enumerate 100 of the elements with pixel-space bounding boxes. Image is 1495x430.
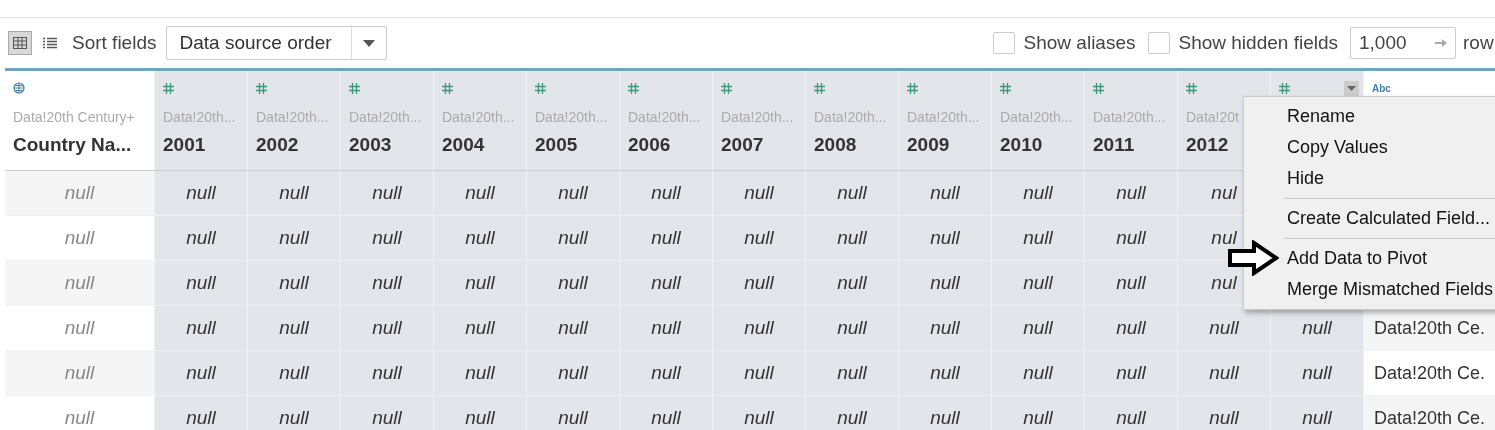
rows-input[interactable]: 1,000 <box>1350 27 1456 59</box>
field-source: Data!20th... <box>1000 109 1074 125</box>
table-cell: null <box>651 362 681 384</box>
field-source: Data!20th... <box>349 109 423 125</box>
menu-item[interactable]: Hide <box>1287 163 1495 194</box>
table-cell: null <box>372 362 402 384</box>
table-cell: null <box>651 407 681 429</box>
column-header[interactable]: Data!20th... 2011 <box>1085 71 1178 171</box>
table-cell: null <box>651 227 681 249</box>
table-cell: null <box>1302 317 1332 339</box>
field-name: 2003 <box>349 134 393 156</box>
table-cell: null <box>64 182 95 204</box>
menu-item[interactable]: Add Data to Pivot <box>1287 243 1495 274</box>
column-header[interactable]: Data!20th Century+ Country Na... <box>5 71 155 171</box>
table-cell: null <box>837 362 867 384</box>
table-cell: null <box>465 362 495 384</box>
caret-icon <box>1347 85 1356 91</box>
checkbox-label: Show aliases <box>1023 32 1136 54</box>
field-name: 2007 <box>721 134 765 156</box>
number-type-icon <box>256 82 267 94</box>
column-header[interactable]: Data!20th... 2005 <box>527 71 620 171</box>
number-type-icon <box>349 82 360 94</box>
column-header[interactable]: Data!20th... 2010 <box>992 71 1085 171</box>
field-name: 2008 <box>814 134 858 156</box>
sort-dropdown[interactable]: Data source order <box>166 26 388 60</box>
menu-item[interactable]: Copy Values <box>1287 132 1495 163</box>
table-cell: null <box>930 362 960 384</box>
table-cell: null <box>465 227 495 249</box>
table-cell: null <box>1023 407 1053 429</box>
table-cell: null <box>1023 272 1053 294</box>
table-cell: null <box>744 182 774 204</box>
table-cell: null <box>744 272 774 294</box>
field-source: Data!20t <box>1186 109 1240 125</box>
menu-item[interactable]: Rename <box>1287 101 1495 132</box>
checkbox[interactable] <box>1147 32 1170 54</box>
number-type-icon <box>907 82 918 94</box>
table-cell: null <box>279 317 309 339</box>
table-cell: null <box>372 272 402 294</box>
caret-icon <box>363 39 376 47</box>
field-source: Data!20th... <box>535 109 609 125</box>
field-name: 2002 <box>256 134 300 156</box>
table-cell: null <box>1209 317 1239 339</box>
string-type-label: Abc <box>1372 82 1391 94</box>
field-name: 2009 <box>907 134 951 156</box>
grid-icon <box>13 37 27 49</box>
field-source: Data!20th... <box>814 109 888 125</box>
field-source: Data!20th... <box>628 109 702 125</box>
column-header[interactable]: Data!20th... 2007 <box>713 71 806 171</box>
arrow-icon <box>1435 38 1447 48</box>
field-source: Data!20th Century+ <box>13 109 136 125</box>
menu-item[interactable]: Merge Mismatched Fields <box>1287 274 1495 305</box>
sort-fields-label: Sort fields <box>72 32 157 54</box>
table-cell: null <box>186 227 216 249</box>
column-header[interactable]: Data!20th... 2004 <box>434 71 527 171</box>
field-source: Data!20th... <box>721 109 795 125</box>
table-cell: null <box>744 317 774 339</box>
table-cell: null <box>1116 182 1146 204</box>
table-cell: null <box>372 227 402 249</box>
field-source: Data!20th... <box>907 109 981 125</box>
column-header[interactable]: Data!20th... 2002 <box>248 71 341 171</box>
table-cell: null <box>1023 362 1053 384</box>
table-cell: null <box>279 182 309 204</box>
table-cell: null <box>1023 227 1053 249</box>
column-header[interactable]: Data!20th... 2003 <box>341 71 434 171</box>
column-menu-button[interactable] <box>1344 80 1359 96</box>
table-cell: null <box>279 272 309 294</box>
field-source: Data!20th... <box>442 109 516 125</box>
table-cell: null <box>558 272 588 294</box>
table-cell: null <box>465 182 495 204</box>
table-cell: null <box>279 407 309 429</box>
table-cell: null <box>64 272 95 294</box>
table-cell: null <box>372 317 402 339</box>
rows-label: row <box>1463 32 1495 54</box>
checkbox[interactable] <box>992 32 1015 54</box>
field-name: 2006 <box>628 134 672 156</box>
table-cell: null <box>372 182 402 204</box>
table-cell: nul <box>1211 182 1237 204</box>
field-name: 2010 <box>1000 134 1044 156</box>
field-name: Country Na... <box>13 134 133 156</box>
globe-icon <box>13 82 25 94</box>
table-cell: null <box>1209 407 1239 429</box>
table-cell: null <box>837 317 867 339</box>
table-cell: null <box>1116 407 1146 429</box>
column-header[interactable]: Data!20th... 2006 <box>620 71 713 171</box>
table-cell: null <box>279 227 309 249</box>
table-cell: null <box>64 317 95 339</box>
table-cell: null <box>1116 317 1146 339</box>
table-cell: null <box>465 317 495 339</box>
table-cell: null <box>558 182 588 204</box>
table-cell: null <box>64 227 95 249</box>
field-name: 2012 <box>1186 134 1230 156</box>
column-header[interactable]: Data!20th... 2009 <box>899 71 992 171</box>
menu-item[interactable]: Create Calculated Field... <box>1287 203 1495 234</box>
table-cell: null <box>279 362 309 384</box>
table-cell: nul <box>1211 272 1237 294</box>
table-cell: null <box>372 407 402 429</box>
table-cell: null <box>186 362 216 384</box>
column-header[interactable]: Data!20th... 2008 <box>806 71 899 171</box>
grid-view-button[interactable] <box>8 31 32 55</box>
column-header[interactable]: Data!20th... 2001 <box>155 71 248 171</box>
